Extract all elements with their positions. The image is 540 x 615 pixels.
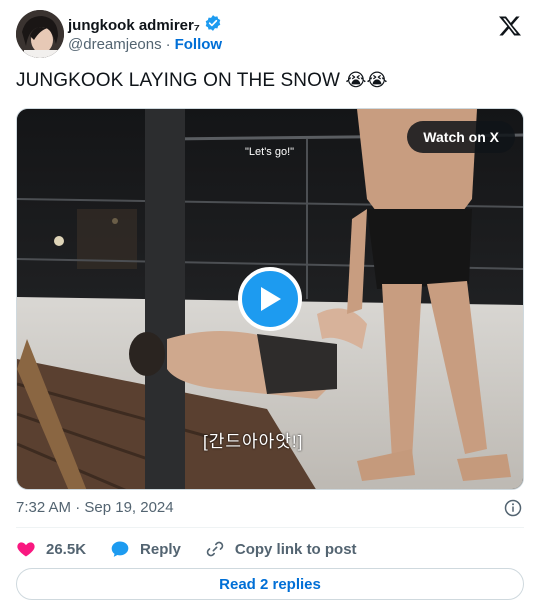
author-handle[interactable]: @dreamjeons	[68, 36, 162, 53]
reply-action[interactable]: Reply	[110, 539, 181, 559]
copy-link-label: Copy link to post	[234, 540, 357, 558]
author-avatar[interactable]	[16, 10, 64, 58]
verified-badge-icon	[204, 14, 222, 36]
reply-bubble-icon	[111, 541, 129, 557]
read-replies-button[interactable]: Read 2 replies	[16, 568, 524, 600]
reply-label: Reply	[140, 540, 181, 558]
author-name-row[interactable]: jungkook admirer₇	[68, 14, 222, 36]
like-count: 26.5K	[46, 540, 87, 558]
post-text-body: JUNGKOOK LAYING ON THE SNOW	[16, 70, 340, 91]
link-icon	[206, 541, 224, 557]
play-icon	[261, 287, 281, 311]
post-text: JUNGKOOK LAYING ON THE SNOW 😭😭	[16, 70, 388, 92]
avatar-image	[16, 10, 64, 58]
x-logo-icon[interactable]	[498, 14, 522, 38]
info-icon[interactable]	[504, 499, 522, 517]
embedded-post-card: jungkook admirer₇ @dreamjeons · Follow J…	[0, 0, 540, 615]
follow-button[interactable]: Follow	[175, 36, 223, 53]
watch-on-x-button[interactable]: Watch on X	[407, 121, 515, 153]
crying-emoji: 😭😭	[345, 70, 388, 90]
video-caption-bottom: [간드아아앗!]	[203, 432, 304, 451]
video-caption-top: "Let's go!"	[245, 146, 295, 158]
copy-link-action[interactable]: Copy link to post	[205, 539, 357, 559]
like-action[interactable]: 26.5K	[16, 539, 86, 559]
handle-separator: ·	[165, 36, 171, 53]
actions-divider	[16, 527, 524, 528]
video-media[interactable]: "Let's go!" [간드아아앗!] Watch on X	[16, 108, 524, 490]
post-timestamp[interactable]: 7:32 AM · Sep 19, 2024	[16, 499, 174, 516]
play-button[interactable]	[238, 267, 302, 331]
author-handle-row: @dreamjeons · Follow	[68, 36, 222, 53]
heart-icon	[17, 542, 35, 557]
author-display-name[interactable]: jungkook admirer₇	[68, 17, 200, 34]
post-actions: 26.5K Reply Copy link to post	[16, 538, 381, 560]
read-replies-label: Read 2 replies	[219, 575, 321, 593]
